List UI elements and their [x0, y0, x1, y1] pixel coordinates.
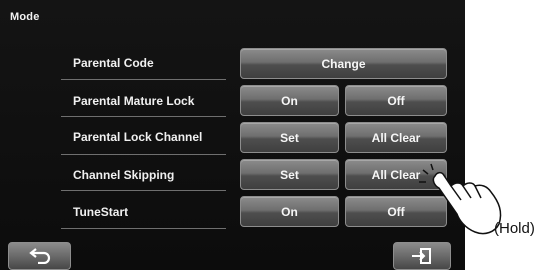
row-divider — [61, 154, 226, 155]
screen-title: Mode — [10, 11, 40, 23]
mature-lock-on-button[interactable]: On — [240, 85, 339, 116]
settings-screen: Mode Parental Code Change Parental Matur… — [0, 0, 465, 270]
row-label-parental-lock-channel: Parental Lock Channel — [73, 130, 203, 144]
row-label-tunestart: TuneStart — [73, 205, 129, 219]
row-label-parental-mature-lock: Parental Mature Lock — [73, 94, 195, 108]
row-divider — [61, 190, 226, 191]
pointing-hand-icon — [419, 163, 502, 235]
tunestart-on-button[interactable]: On — [240, 196, 339, 227]
channel-skipping-set-button[interactable]: Set — [240, 159, 339, 190]
row-divider — [61, 116, 226, 117]
exit-door-icon — [412, 248, 431, 264]
lock-channel-all-clear-button[interactable]: All Clear — [345, 122, 447, 153]
lock-channel-set-button[interactable]: Set — [240, 122, 339, 153]
back-button[interactable] — [8, 242, 71, 270]
row-label-parental-code: Parental Code — [73, 56, 154, 70]
exit-button[interactable] — [393, 242, 451, 270]
row-divider — [61, 228, 226, 229]
hold-instruction-label: (Hold) — [494, 220, 535, 237]
row-divider — [61, 79, 226, 80]
row-label-channel-skipping: Channel Skipping — [73, 168, 175, 182]
return-arrow-icon — [28, 248, 50, 264]
mature-lock-off-button[interactable]: Off — [345, 85, 447, 116]
change-button[interactable]: Change — [240, 48, 447, 79]
